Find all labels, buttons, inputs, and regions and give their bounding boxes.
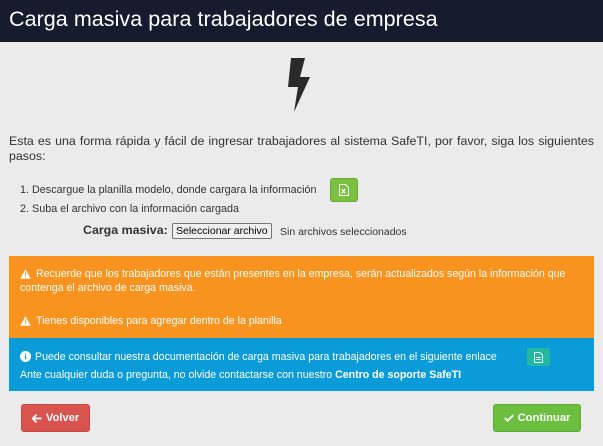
download-template-button[interactable] [330, 178, 358, 202]
warning-message-update: Recuerde que los trabajadores que están … [20, 268, 566, 294]
support-center-link[interactable]: Centro de soporte SafeTI [335, 369, 461, 381]
info-alert: Puede consultar nuestra documentación de… [9, 338, 594, 391]
lightning-bolt-icon [288, 58, 310, 112]
warning-triangle-icon [20, 269, 31, 279]
continue-button-label: Continuar [517, 412, 571, 424]
back-button[interactable]: Volver [21, 404, 90, 432]
pdf-file-icon [534, 351, 543, 363]
warning-alert: Recuerde que los trabajadores que están … [9, 256, 594, 338]
warning-message-available: Tienes disponibles para agregar dentro d… [36, 315, 282, 327]
check-icon [503, 414, 514, 422]
upload-row: Carga masiva: Seleccionar archivo Sin ar… [83, 222, 423, 242]
continue-button[interactable]: Continuar [493, 404, 581, 432]
page-header: Carga masiva para trabajadores de empres… [0, 0, 603, 42]
upload-label: Carga masiva: [83, 223, 168, 237]
back-button-label: Volver [45, 412, 80, 424]
excel-file-icon [339, 184, 349, 196]
documentation-link-button[interactable] [527, 348, 550, 366]
info-support-text: Ante cualquier duda o pregunta, no olvid… [20, 369, 333, 381]
file-status: Sin archivos seleccionados [280, 226, 407, 238]
arrow-left-icon [31, 413, 42, 423]
select-file-button[interactable]: Seleccionar archivo [172, 223, 272, 239]
warning-triangle-icon [20, 316, 31, 326]
info-circle-icon [20, 351, 31, 362]
step-download-template: 1. Descargue la planilla modelo, donde c… [20, 184, 317, 196]
page-title: Carga masiva para trabajadores de empres… [9, 7, 438, 31]
step-upload-file: 2. Suba el archivo con la información ca… [20, 203, 240, 215]
info-docs-text: Puede consultar nuestra documentación de… [35, 351, 497, 363]
intro-text: Esta es una forma rápida y fácil de ingr… [9, 134, 594, 163]
